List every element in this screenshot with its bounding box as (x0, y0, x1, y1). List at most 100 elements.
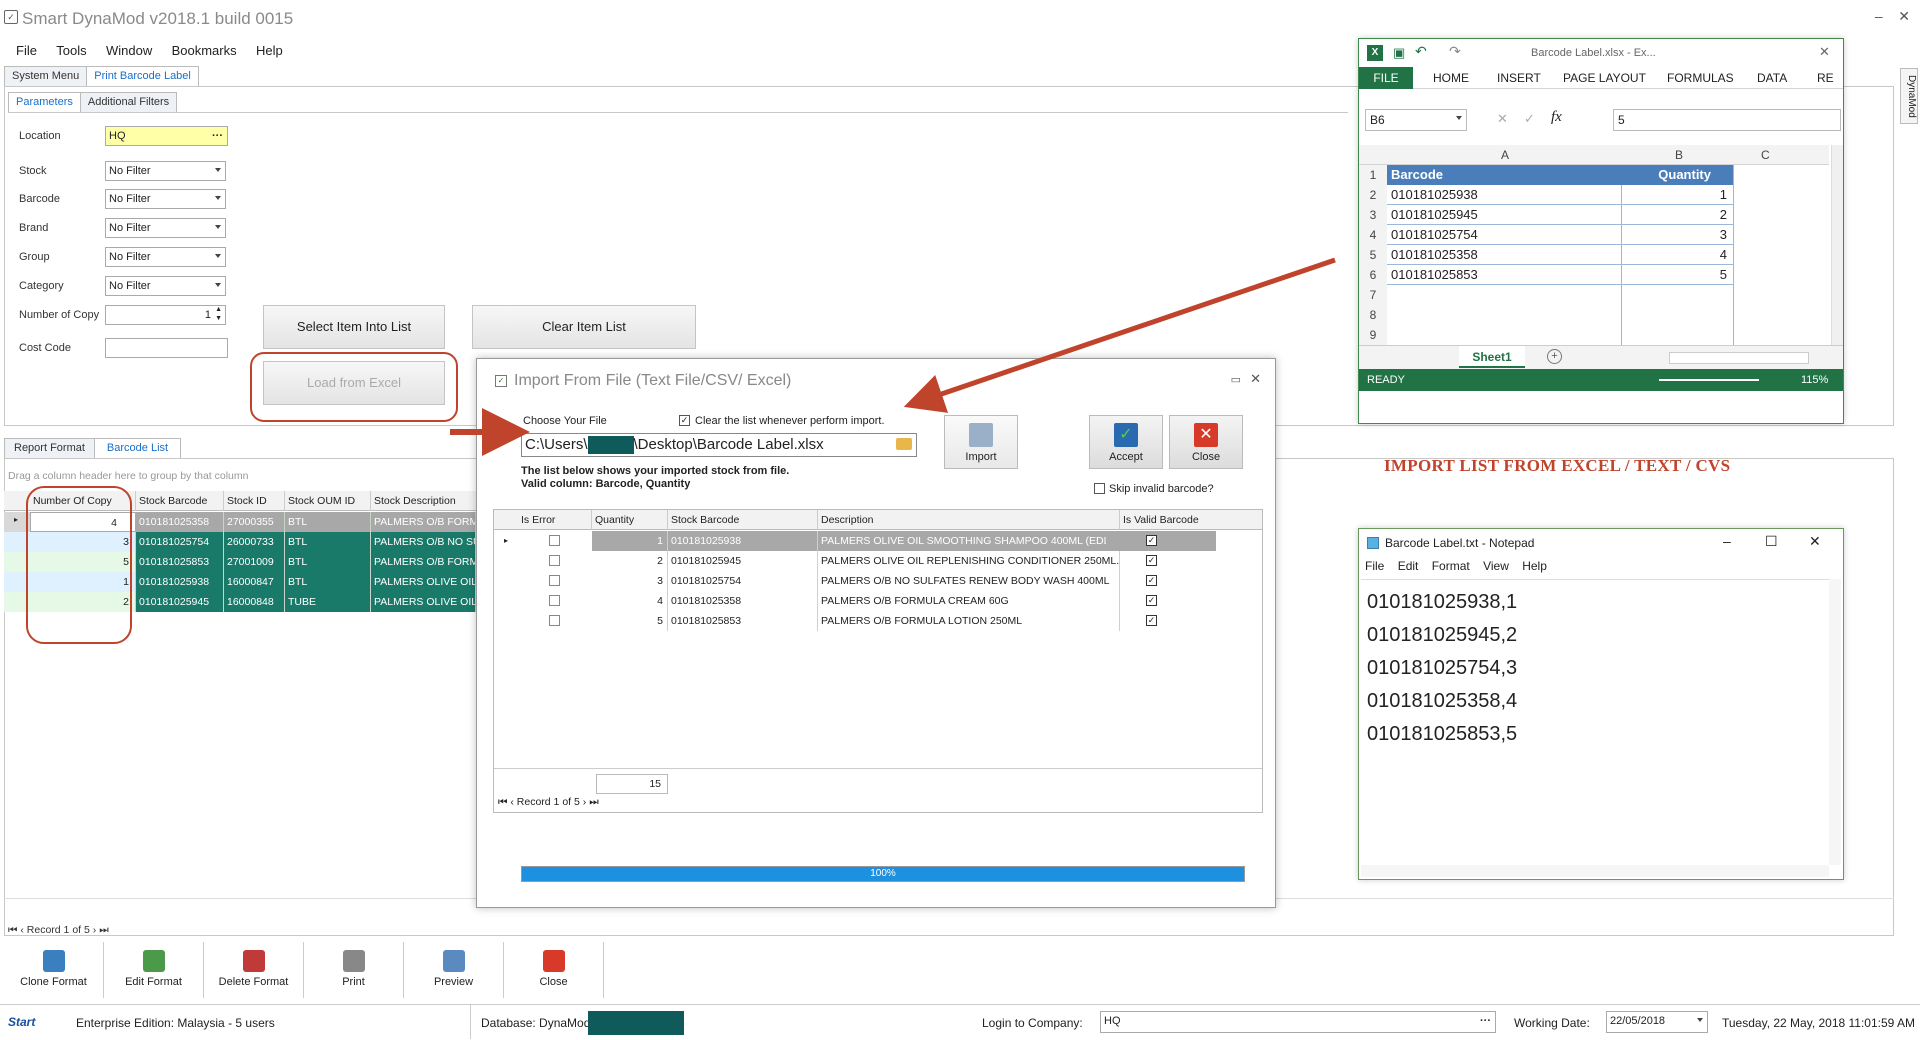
tab-print-barcode-label[interactable]: Print Barcode Label (86, 66, 199, 86)
next-record-icon[interactable]: › (583, 796, 587, 808)
row-number[interactable]: 7 (1359, 285, 1387, 305)
table-row[interactable]: 010181025358 4 (1387, 245, 1733, 265)
row-number[interactable]: 9 (1359, 325, 1387, 345)
table-row[interactable]: 010181025938 1 (1387, 185, 1733, 205)
import-grid-navigator[interactable]: ⏮ ‹ Record 1 of 5 › ⏭ (498, 796, 599, 809)
menu-tools[interactable]: Tools (56, 40, 86, 62)
print-button[interactable]: Print (304, 942, 404, 998)
col-is-valid-barcode[interactable]: Is Valid Barcode (1120, 510, 1216, 530)
formula-bar[interactable]: 5 (1613, 109, 1841, 131)
fx-icon[interactable]: fx (1551, 109, 1562, 126)
row-number[interactable]: 5 (1359, 245, 1387, 265)
enter-icon[interactable]: ✓ (1524, 111, 1535, 127)
menu-window[interactable]: Window (106, 40, 152, 62)
save-icon[interactable]: ▣ (1393, 45, 1405, 61)
is-valid-checkbox[interactable]: ✓ (1146, 535, 1157, 546)
close-window-icon[interactable]: ✕ (1898, 8, 1910, 24)
is-valid-checkbox[interactable]: ✓ (1146, 595, 1157, 606)
col-c[interactable]: C (1761, 145, 1770, 165)
table-row[interactable]: 4 010181025358 PALMERS O/B FORMULA CREAM… (494, 591, 1216, 611)
menu-file[interactable]: File (1365, 559, 1384, 573)
side-tab-dynamod[interactable]: DynaMod (1900, 68, 1918, 124)
tab-report-format[interactable]: Report Format (4, 438, 95, 458)
col-is-error[interactable]: Is Error (518, 510, 592, 530)
zoom-slider[interactable] (1659, 379, 1759, 381)
barcode-cell[interactable]: 010181025938 (1387, 187, 1478, 202)
copies-stepper[interactable]: 1 ▲ ▼ (105, 305, 226, 325)
row-number[interactable]: 8 (1359, 305, 1387, 325)
table-row[interactable]: 010181025945 2 (1387, 205, 1733, 225)
quantity-cell[interactable]: 1 (1720, 185, 1727, 205)
delete-format-button[interactable]: Delete Format (204, 942, 304, 998)
col-stock-oum-id[interactable]: Stock OUM ID (285, 491, 371, 511)
notepad-text-area[interactable]: 010181025938,1 010181025945,2 0101810257… (1361, 579, 1829, 865)
skip-invalid-checkbox[interactable] (1094, 483, 1105, 494)
first-record-icon[interactable]: ⏮ (498, 796, 507, 808)
next-record-icon[interactable]: › (93, 924, 97, 936)
quantity-cell[interactable]: 5 (1720, 265, 1727, 285)
prev-record-icon[interactable]: ‹ (20, 924, 24, 936)
select-item-button[interactable]: Select Item Into List (263, 305, 445, 349)
menu-file[interactable]: File (16, 40, 37, 62)
vertical-scrollbar[interactable] (1831, 145, 1843, 345)
ribbon-insert[interactable]: INSERT (1497, 67, 1541, 89)
is-error-checkbox[interactable] (549, 595, 560, 606)
quantity-cell[interactable]: 4 (1720, 245, 1727, 265)
menu-help[interactable]: Help (256, 40, 283, 62)
row-number[interactable]: 4 (1359, 225, 1387, 245)
is-valid-checkbox[interactable]: ✓ (1146, 575, 1157, 586)
stepper-arrows-icon[interactable]: ▲ ▼ (215, 305, 222, 323)
ribbon-page-layout[interactable]: PAGE LAYOUT (1563, 67, 1646, 89)
menu-edit[interactable]: Edit (1398, 559, 1419, 573)
location-lookup-button[interactable]: ··· (212, 127, 223, 145)
stock-select[interactable]: No Filter (105, 161, 226, 181)
name-box[interactable]: B6 (1365, 109, 1467, 131)
col-quantity[interactable]: Quantity (592, 510, 668, 530)
is-valid-checkbox[interactable]: ✓ (1146, 615, 1157, 626)
barcode-cell[interactable]: 010181025754 (1387, 227, 1478, 242)
brand-select[interactable]: No Filter (105, 218, 226, 238)
accept-button[interactable]: ✓ Accept (1089, 415, 1163, 469)
col-stock-description[interactable]: Stock Description (371, 491, 476, 511)
col-description[interactable]: Description (818, 510, 1120, 530)
col-stock-barcode[interactable]: Stock Barcode (136, 491, 224, 511)
row-number[interactable]: 6 (1359, 265, 1387, 285)
minimize-icon[interactable]: – (1723, 533, 1731, 549)
import-button[interactable]: Import (944, 415, 1018, 469)
table-row[interactable]: 5 010181025853 PALMERS O/B FORMULA LOTIO… (494, 611, 1216, 631)
header-barcode[interactable]: Barcode (1387, 165, 1621, 185)
last-record-icon[interactable]: ⏭ (99, 924, 108, 936)
location-field[interactable]: HQ ··· (105, 126, 228, 146)
grid-navigator[interactable]: ⏮ ‹ Record 1 of 5 › ⏭ (8, 924, 109, 937)
quantity-cell[interactable]: 2 (1720, 205, 1727, 225)
menu-view[interactable]: View (1483, 559, 1509, 573)
working-date-picker[interactable]: 22/05/2018 (1606, 1011, 1708, 1033)
row-number[interactable]: 3 (1359, 205, 1387, 225)
col-stock-barcode[interactable]: Stock Barcode (668, 510, 818, 530)
file-path-input[interactable]: C:\Users\ \Desktop\Barcode Label.xlsx (521, 433, 917, 457)
table-row[interactable]: 010181025853 5 (1387, 265, 1733, 285)
edit-format-button[interactable]: Edit Format (104, 942, 204, 998)
folder-icon[interactable] (896, 438, 912, 450)
vertical-scrollbar[interactable] (1829, 579, 1841, 865)
clear-item-list-button[interactable]: Clear Item List (472, 305, 696, 349)
col-b[interactable]: B (1675, 145, 1683, 165)
tab-additional-filters[interactable]: Additional Filters (79, 92, 178, 112)
barcode-select[interactable]: No Filter (105, 189, 226, 209)
preview-button[interactable]: Preview (404, 942, 504, 998)
horizontal-scrollbar[interactable] (1361, 865, 1829, 877)
menu-bookmarks[interactable]: Bookmarks (172, 40, 237, 62)
table-row[interactable]: 3 010181025754 PALMERS O/B NO SULFATES R… (494, 571, 1216, 591)
login-company-field[interactable]: HQ ··· (1100, 1011, 1496, 1033)
is-error-checkbox[interactable] (549, 535, 560, 546)
maximize-icon[interactable]: ☐ (1765, 533, 1778, 550)
prev-record-icon[interactable]: ‹ (510, 796, 514, 808)
dialog-close-icon[interactable]: ✕ (1250, 371, 1261, 387)
menu-format[interactable]: Format (1432, 559, 1470, 573)
table-row[interactable]: 2 010181025945 PALMERS OLIVE OIL REPLENI… (494, 551, 1216, 571)
lookup-button[interactable]: ··· (1480, 1012, 1491, 1030)
minimize-icon[interactable]: ‒ (1875, 8, 1883, 24)
table-row[interactable]: ▸ 1 010181025938 PALMERS OLIVE OIL SMOOT… (494, 531, 1216, 551)
cost-code-input[interactable] (105, 338, 228, 358)
table-row[interactable]: 010181025754 3 (1387, 225, 1733, 245)
